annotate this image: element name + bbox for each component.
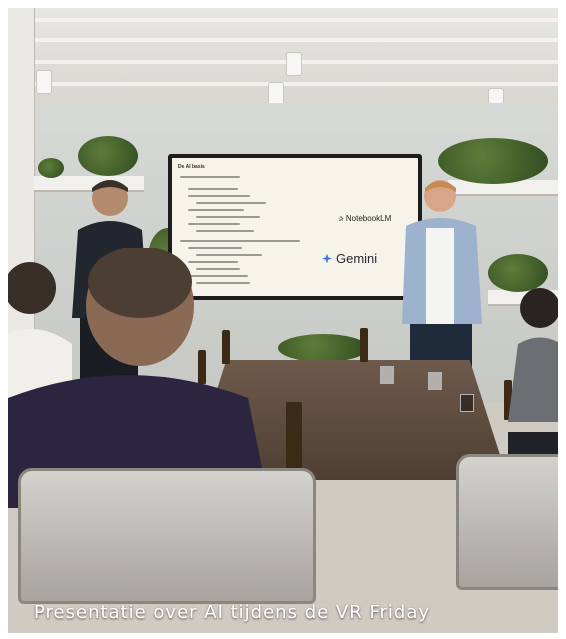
spotlight: [286, 52, 302, 76]
gemini-star-icon: [322, 253, 332, 264]
drinking-glass: [428, 372, 442, 390]
notebooklm-label: NotebookLM: [345, 214, 392, 223]
notebooklm-logo: ✰ NotebookLM: [338, 214, 392, 223]
office-chair: [456, 454, 558, 590]
slide-title: De AI basis: [178, 164, 205, 170]
ceiling: [8, 8, 558, 112]
spotlight: [36, 70, 52, 94]
beer-bottle: [360, 328, 368, 362]
presenter-right: [402, 180, 482, 374]
event-photo: De AI basis ✰ NotebookLM Gemini Presenta…: [8, 8, 558, 633]
drinking-glass: [380, 366, 394, 384]
drinking-glass: [460, 394, 474, 412]
gemini-logo: Gemini: [322, 251, 377, 266]
audience-member-right: [508, 288, 558, 462]
office-chair: [18, 468, 316, 604]
gemini-label: Gemini: [336, 251, 378, 266]
photo-caption: Presentatie over AI tijdens de VR Friday: [34, 602, 431, 623]
